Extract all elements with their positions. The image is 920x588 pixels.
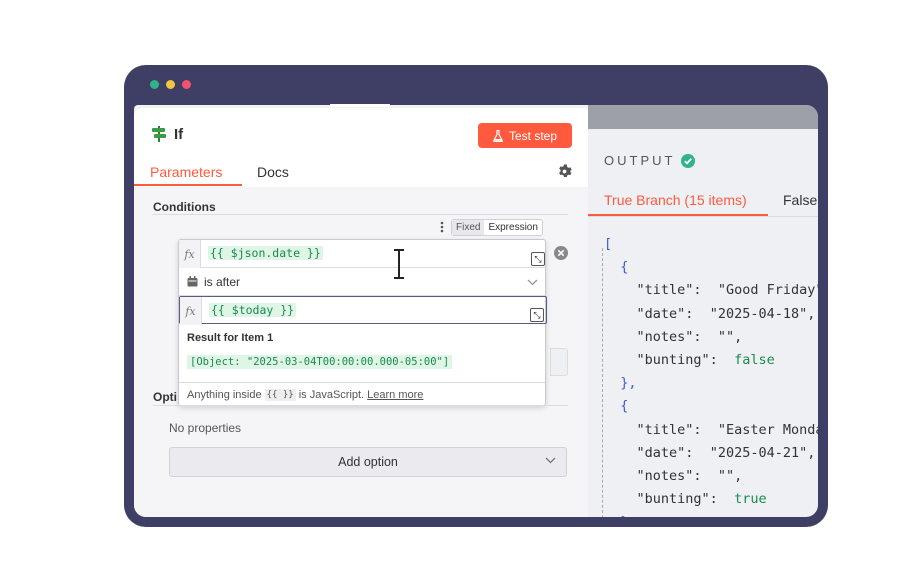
- tab-divider: [588, 216, 818, 217]
- json-line: },: [604, 375, 637, 392]
- fixed-expression-toggle[interactable]: Fixed Expression: [451, 219, 543, 236]
- json-line: "title": "Easter Monday: [636, 421, 818, 438]
- json-line: {: [604, 259, 629, 276]
- window-dot-green: [150, 80, 159, 89]
- output-heading: OUTPUT: [604, 153, 696, 168]
- json-line: "notes": "",: [636, 328, 743, 345]
- window-dot-red: [182, 80, 191, 89]
- conditions-title: Conditions: [153, 200, 216, 214]
- condition-editor: fx {{ $json.date }} ⤡ is after fx {{ $to…: [178, 239, 547, 406]
- json-line: "date": "2025-04-21",: [636, 444, 816, 461]
- output-label: OUTPUT: [604, 153, 676, 168]
- remove-condition-icon[interactable]: [554, 246, 568, 260]
- gear-icon[interactable]: [557, 164, 572, 179]
- tab-false-branch[interactable]: False: [783, 192, 817, 208]
- conditions-divider: [153, 214, 568, 215]
- signpost-icon: [152, 126, 166, 142]
- json-line: [: [604, 236, 613, 252]
- output-panel-header-strip: [588, 105, 818, 129]
- window-dot-yellow: [166, 80, 175, 89]
- expand-editor-icon[interactable]: ⤡: [531, 252, 545, 266]
- test-step-button[interactable]: Test step: [478, 123, 572, 148]
- tab-parameters[interactable]: Parameters: [150, 164, 222, 180]
- text-cursor-icon: [394, 249, 404, 279]
- json-line: "title": "Good Friday": [636, 282, 818, 299]
- json-line: },: [604, 511, 818, 517]
- right-value-row[interactable]: fx {{ $today }} ⤡: [179, 296, 547, 325]
- output-panel: OUTPUT True Branch (15 items) False [ { …: [588, 105, 818, 517]
- options-title: Opti: [153, 390, 177, 404]
- tab-true-branch[interactable]: True Branch (15 items): [604, 192, 747, 208]
- expression-hint: Anything inside {{ }} is JavaScript. Lea…: [179, 382, 545, 406]
- operator-select[interactable]: is after: [179, 268, 547, 296]
- chevron-down-icon: [527, 279, 538, 286]
- node-parameters-panel: If Test step Parameters Docs Conditions …: [134, 108, 588, 517]
- expand-editor-icon[interactable]: ⤡: [530, 308, 544, 322]
- add-option-select[interactable]: Add option: [169, 447, 567, 477]
- chevron-down-icon: [545, 457, 556, 464]
- json-line: {: [604, 398, 629, 415]
- options-divider: [153, 405, 568, 406]
- no-properties-text: No properties: [169, 421, 242, 435]
- result-label: Result for Item 1: [187, 332, 274, 344]
- flask-icon: [493, 129, 503, 142]
- json-line: "notes": "",: [636, 468, 743, 485]
- calendar-icon: [187, 276, 198, 287]
- more-options-icon[interactable]: [440, 221, 444, 233]
- test-step-label: Test step: [508, 128, 558, 143]
- node-title: If: [174, 126, 184, 143]
- hint-code: {{ }}: [264, 388, 296, 401]
- json-line: "date": "2025-04-18",: [636, 305, 816, 322]
- right-value-expression[interactable]: {{ $today }}: [209, 303, 297, 317]
- left-value-expression[interactable]: {{ $json.date }}: [208, 246, 323, 260]
- learn-more-link[interactable]: Learn more: [367, 389, 423, 401]
- json-indent-guide: [602, 248, 603, 517]
- operator-label: is after: [204, 275, 241, 289]
- check-circle-icon: [681, 153, 696, 168]
- active-tab-underline: [134, 184, 242, 186]
- add-option-label: Add option: [338, 455, 398, 469]
- side-input-edge: [550, 348, 568, 376]
- fx-icon: fx: [180, 297, 202, 325]
- hint-prefix: Anything inside: [187, 388, 262, 401]
- json-line: "bunting": true: [636, 491, 767, 508]
- mode-fixed[interactable]: Fixed: [452, 220, 485, 235]
- json-output: [ { "title": "Good Friday" "date": "2025…: [604, 233, 818, 517]
- json-line: "bunting": false: [636, 352, 775, 369]
- fx-icon: fx: [179, 240, 201, 268]
- drag-handle[interactable]: [330, 104, 390, 107]
- mode-expression[interactable]: Expression: [484, 220, 541, 235]
- tab-docs[interactable]: Docs: [257, 164, 289, 180]
- left-value-row[interactable]: fx {{ $json.date }} ⤡: [179, 240, 547, 268]
- result-value: [Object: "2025-03-04T00:00:00.000-05:00"…: [187, 355, 453, 369]
- hint-suffix: is JavaScript.: [298, 388, 365, 401]
